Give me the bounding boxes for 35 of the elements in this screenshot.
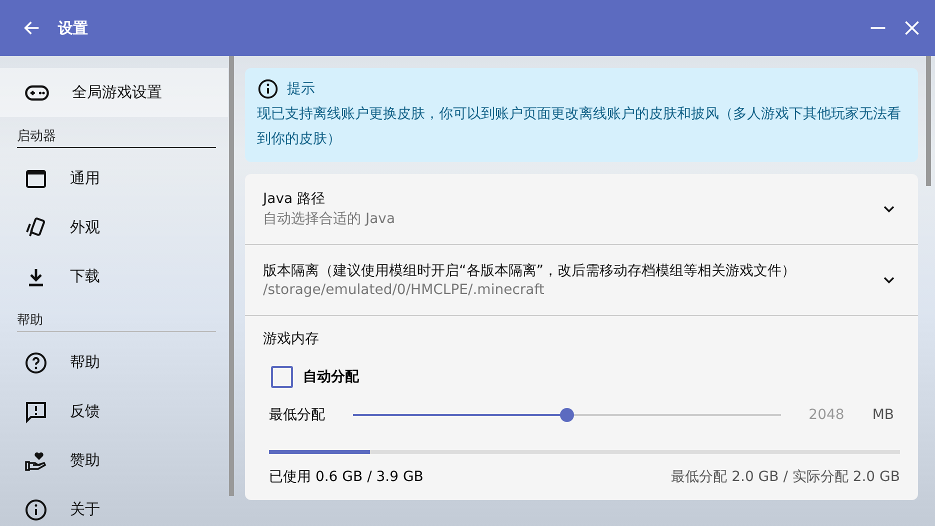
checkbox[interactable] (271, 366, 293, 388)
sidebar-item[interactable]: 下载 (0, 252, 228, 301)
section-title: 游戏内存 (263, 330, 320, 348)
help-icon (24, 350, 48, 374)
checkbox-label: 自动分配 (303, 368, 359, 386)
slider-label: 最低分配 (269, 406, 325, 424)
sidebar-item[interactable]: 反馈 (0, 387, 228, 436)
scrollbar[interactable] (926, 56, 931, 186)
setting-value: /storage/emulated/0/HMCLPE/.minecraft (263, 282, 546, 298)
window-title: 设置 (58, 18, 88, 38)
usage-text: 已使用 0.6 GB / 3.9 GB (269, 468, 424, 486)
setting-title: 版本隔离（建议使用模组时开启“各版本隔离”，改后需移动存档模组等相关游戏文件） (263, 262, 797, 280)
sidebar-item[interactable]: 外观 (0, 203, 228, 252)
notice-text: 现已支持离线账户更换皮肤，你可以到账户页面更改离线账户的皮肤和披风（多人游戏下其他玩家无法看到你的皮肤） (257, 105, 902, 149)
sidebar-item[interactable]: 通用 (0, 154, 228, 203)
setting-title: Java 路径 (263, 190, 326, 208)
sidebar-item[interactable]: 帮助 (0, 338, 228, 387)
settings-row[interactable]: Java 路径 自动选择合适的 Java (245, 174, 918, 245)
notice-title: 提示 (287, 80, 315, 98)
setting-value: 自动选择合适的 Java (263, 210, 396, 228)
settings-row[interactable]: 版本隔离（建议使用模组时开启“各版本隔离”，改后需移动存档模组等相关游戏文件） /storage/emulated/0/HMCLPE/.minecraft (245, 245, 918, 316)
unit-label: MB (872, 407, 894, 423)
section-heading: 帮助 (17, 311, 216, 332)
close-icon[interactable] (903, 19, 921, 37)
memory-slider[interactable] (353, 408, 781, 422)
sidebar-item[interactable]: 关于 (0, 485, 228, 526)
feedback-icon (24, 400, 48, 424)
info-icon (24, 498, 48, 522)
scrollbar[interactable] (229, 56, 234, 496)
sidebar-item[interactable]: 赞助 (0, 436, 228, 485)
sidebar-item[interactable]: 全局游戏设置 (0, 68, 228, 117)
info-icon (257, 78, 279, 100)
allocation-text: 最低分配 2.0 GB / 实际分配 2.0 GB (671, 468, 900, 486)
section-heading: 启动器 (17, 127, 216, 148)
slider-thumb[interactable] (560, 408, 574, 422)
